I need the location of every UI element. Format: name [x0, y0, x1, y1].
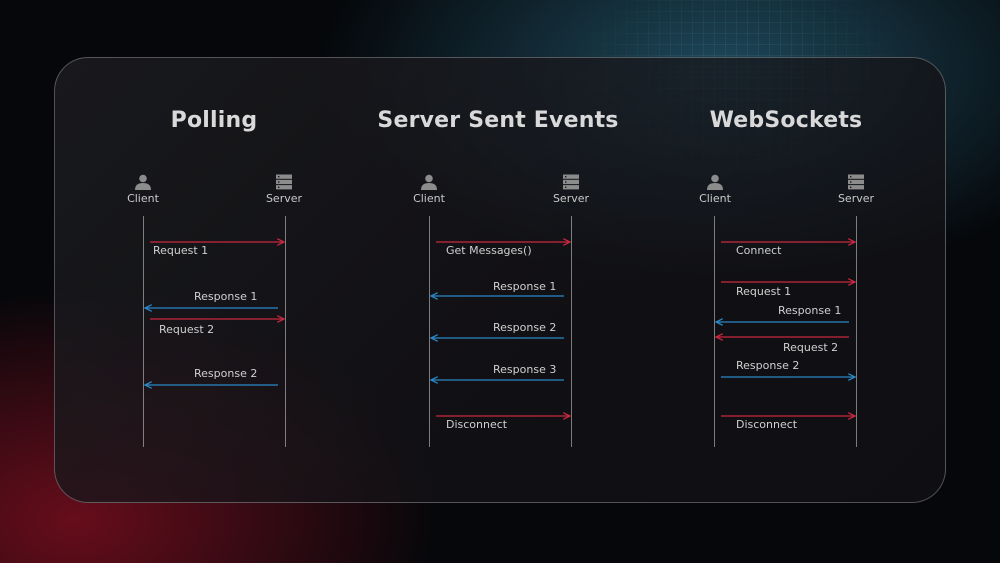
- message-label: Connect: [736, 244, 782, 257]
- message-label: Response 2: [493, 321, 557, 334]
- message-label: Response 2: [736, 359, 800, 372]
- message-label: Response 1: [194, 290, 258, 303]
- message-label: Request 1: [736, 285, 792, 298]
- message-label: Response 2: [194, 367, 258, 380]
- message-label: Disconnect: [446, 418, 508, 431]
- message-label: Request 1: [153, 244, 209, 257]
- message-label: Response 1: [493, 280, 557, 293]
- message-label: Get Messages(): [446, 244, 532, 257]
- message-label: Request 2: [159, 323, 215, 336]
- message-label: Response 1: [778, 304, 842, 317]
- message-label: Disconnect: [736, 418, 798, 431]
- message-label: Request 2: [783, 341, 839, 354]
- message-label: Response 3: [493, 363, 557, 376]
